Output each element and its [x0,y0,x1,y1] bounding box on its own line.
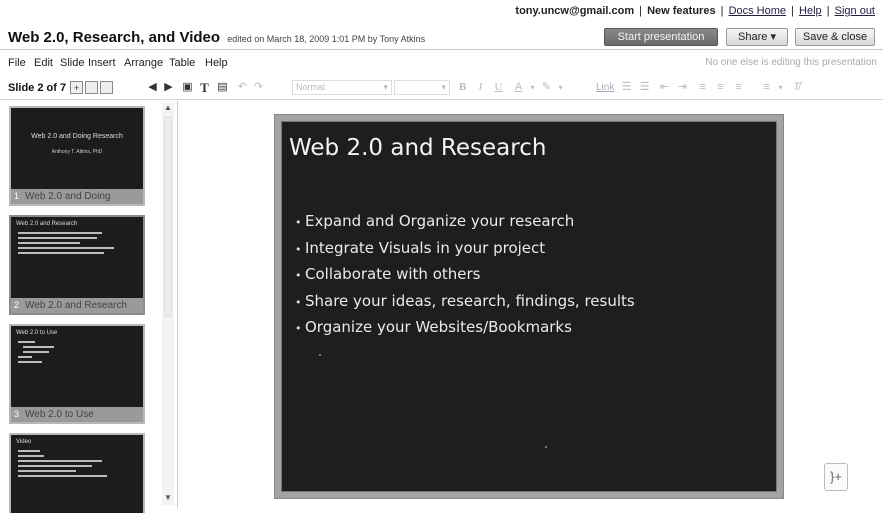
insert-link[interactable]: Link [596,82,614,93]
align-left-icon[interactable]: ≡ [696,81,709,94]
thumb-bullets [11,445,143,477]
previous-slide-icon[interactable]: ◀ [146,81,159,94]
slide-canvas-area: Web 2.0 and Research Expand and Organize… [179,101,883,508]
menu-arrange[interactable]: Arrange [124,57,163,69]
current-slide[interactable]: Web 2.0 and Research Expand and Organize… [275,115,783,498]
docs-home-link[interactable]: Docs Home [729,5,786,17]
thumb-subtitle: Anthony T. Atkins, PhD [51,149,103,155]
thumb-title: Video [16,439,32,445]
help-link[interactable]: Help [799,5,822,17]
menu-slide[interactable]: Slide [60,57,84,69]
scroll-down-icon[interactable]: ▼ [162,493,174,505]
toolbar: Slide 2 of 7 + ◀ ▶ ▣ T ▤ ↶ ↷ Normal ▾ ▾ B… [0,76,883,100]
align-right-icon[interactable]: ≡ [732,81,745,94]
thumb-caption: 1 Web 2.0 and Doing [11,189,143,204]
menu-table[interactable]: Table [169,57,195,69]
account-email: tony.uncw@gmail.com [515,5,635,17]
slide-bullet: Collaborate with others [295,262,635,289]
edited-info: edited on March 18, 2009 1:01 PM by Tony… [227,34,426,44]
image-icon[interactable]: ▤ [216,81,229,94]
speaker-notes-icon[interactable]: }+ [824,463,848,491]
numbered-list-icon[interactable]: ☰ [620,81,633,94]
slide-bullet: Expand and Organize your research [295,209,635,236]
slide-bullet: Organize your Websites/Bookmarks [295,315,635,342]
document-title-container: Web 2.0, Research, and Video edited on M… [8,29,425,46]
bulleted-list-icon[interactable]: ☰ [638,81,651,94]
underline-icon[interactable]: U [492,81,505,94]
text-color-icon[interactable]: A [512,81,525,94]
save-icon[interactable]: ▣ [181,81,194,94]
text-box-icon[interactable]: T [198,81,211,94]
chalk-speck [545,446,547,448]
chalk-speck [319,354,321,356]
filmstrip-scrollbar[interactable]: ▲ ▼ [162,103,174,505]
slide-thumbnail-4[interactable]: Video [9,433,145,513]
thumb-title: Web 2.0 and Research [16,221,78,227]
scrollbar-thumb[interactable] [164,117,172,317]
menu-insert[interactable]: Insert [88,57,116,69]
thumb-title: Web 2.0 and Doing Research [31,133,123,140]
font-size-select[interactable]: ▾ [394,80,450,95]
next-slide-icon[interactable]: ▶ [162,81,175,94]
thumb-caption: 2 Web 2.0 and Research [11,298,143,313]
chevron-down-icon[interactable]: ▾ [554,81,567,94]
document-title[interactable]: Web 2.0, Research, and Video [8,29,220,46]
slide-thumbnail-2[interactable]: Web 2.0 and Research 2 Web 2.0 and Resear… [9,215,145,315]
decrease-indent-icon[interactable]: ⇤ [658,81,671,94]
thumb-title: Web 2.0 to Use [16,330,58,336]
slide-bullet-list[interactable]: Expand and Organize your research Integr… [295,209,635,342]
line-spacing-icon[interactable]: ≡ [760,81,773,94]
slide-thumbnail-1[interactable]: Web 2.0 and Doing Research Anthony T. At… [9,106,145,206]
slide-bullet: Share your ideas, research, findings, re… [295,289,635,316]
delete-slide-icon[interactable] [100,81,113,94]
save-close-button[interactable]: Save & close [795,28,875,46]
share-button[interactable]: Share ▾ [726,28,788,46]
account-bar: tony.uncw@gmail.com | New features | Doc… [515,5,875,17]
collaboration-status: No one else is editing this presentation [705,57,877,68]
bold-icon[interactable]: B [456,81,469,94]
highlight-color-icon[interactable]: ✎ [540,81,553,94]
align-center-icon[interactable]: ≡ [714,81,727,94]
new-features-link[interactable]: New features [647,5,715,17]
thumb-bullets [11,336,143,363]
sign-out-link[interactable]: Sign out [835,5,875,17]
redo-icon[interactable]: ↷ [252,81,265,94]
new-slide-icon[interactable]: + [70,81,83,94]
undo-icon[interactable]: ↶ [236,81,249,94]
menu-help[interactable]: Help [205,57,228,69]
italic-icon[interactable]: I [474,81,487,94]
slide-thumbnail-3[interactable]: Web 2.0 to Use 3 Web 2.0 to Use [9,324,145,424]
scroll-up-icon[interactable]: ▲ [162,103,174,115]
menu-bar: File Edit Slide Insert Arrange Table Hel… [0,52,883,74]
slide-bullet: Integrate Visuals in your project [295,236,635,263]
slide-counter: Slide 2 of 7 [8,82,67,94]
slide-title[interactable]: Web 2.0 and Research [289,135,546,161]
menu-edit[interactable]: Edit [34,57,53,69]
duplicate-slide-icon[interactable] [85,81,98,94]
title-row: Web 2.0, Research, and Video edited on M… [0,24,883,50]
slide-filmstrip: Web 2.0 and Doing Research Anthony T. At… [0,101,178,513]
clear-formatting-icon[interactable]: T̸ [790,81,803,94]
chevron-down-icon[interactable]: ▾ [774,81,787,94]
menu-file[interactable]: File [8,57,26,69]
style-select[interactable]: Normal ▾ [292,80,392,95]
thumb-bullets [11,227,143,254]
chevron-down-icon[interactable]: ▾ [526,81,539,94]
thumb-caption: 3 Web 2.0 to Use [11,407,143,422]
chevron-down-icon: ▾ [383,82,388,92]
chevron-down-icon: ▾ [441,82,446,92]
start-presentation-button[interactable]: Start presentation [604,28,718,46]
increase-indent-icon[interactable]: ⇥ [676,81,689,94]
